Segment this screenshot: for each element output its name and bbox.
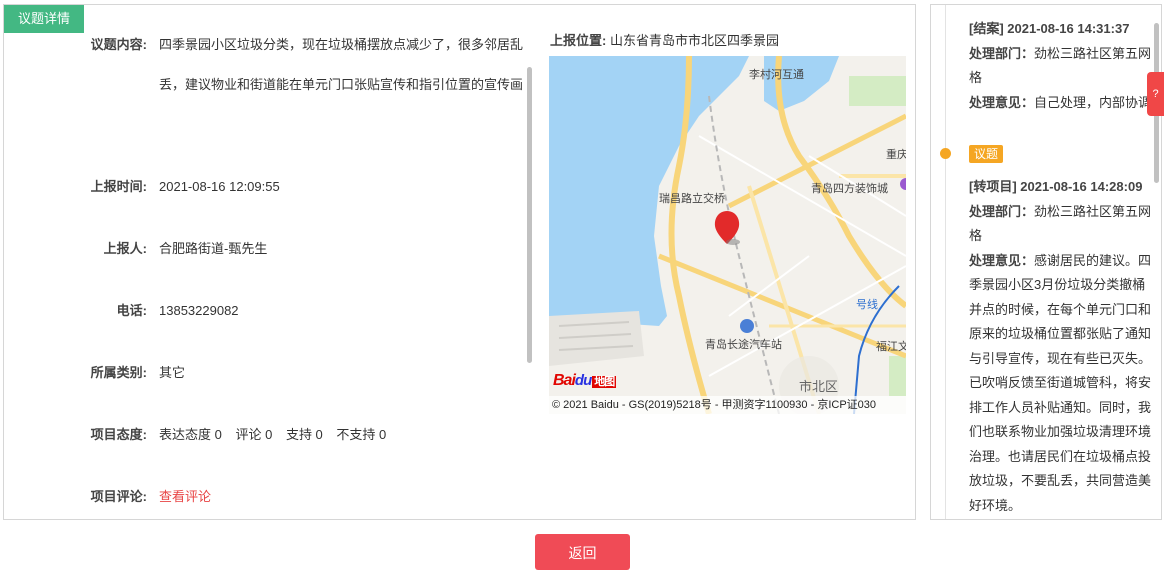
opinion-label: 处理意见： xyxy=(969,252,1035,268)
report-location: 上报位置: 山东省青岛市市北区四季景园 xyxy=(550,31,779,51)
field-value: 2021-08-16 12:09:55 xyxy=(159,179,280,194)
field-label: 上报时间: xyxy=(90,179,147,194)
timeline-opinion: 处理意见：感谢居民的建议。四季景园小区3月份垃圾分类撤桶并点的时候，在每个单元门… xyxy=(969,249,1155,519)
baidu-logo: Baidu 地图 xyxy=(553,372,617,390)
field-label: 电话: xyxy=(116,303,147,318)
field-label: 上报人: xyxy=(103,241,147,256)
baidu-logo-text: Bai xyxy=(553,372,576,389)
timeline-status: [结案] 2021-08-16 14:31:37 xyxy=(969,17,1155,42)
field-content: 议题内容: 四季景园小区垃圾分类，现在垃圾桶摆放点减少了，很多邻居乱丢，建议物业… xyxy=(4,25,524,147)
timeline-dot xyxy=(940,148,951,159)
field-value: 合肥路街道-甄先生 xyxy=(159,241,268,256)
express-attitude-count: 表达态度 0 xyxy=(159,427,222,442)
location-label: 上报位置: xyxy=(550,33,607,48)
field-label: 项目评论: xyxy=(90,489,147,504)
timeline-status-text: [转项目] 2021-08-16 14:28:09 xyxy=(969,179,1143,194)
timeline-badge: 议题 xyxy=(969,145,1004,163)
timeline-status: [转项目] 2021-08-16 14:28:09 xyxy=(969,175,1155,200)
dept-label: 处理部门： xyxy=(969,203,1035,219)
map-label-ruichang: 瑞昌路立交桥 xyxy=(659,193,725,205)
map-label-shibei: 市北区 xyxy=(799,379,839,394)
support-count: 支持 0 xyxy=(285,427,323,442)
timeline-opinion: 处理意见：自己处理，内部协调 xyxy=(969,91,1155,116)
baidu-paw-icon: du xyxy=(574,372,592,389)
timeline-status-text: [结案] 2021-08-16 14:31:37 xyxy=(969,21,1130,36)
timeline-dept: 处理部门：劲松三路社区第五网格 xyxy=(969,42,1155,91)
timeline-entry-project: [转项目] 2021-08-16 14:28:09 处理部门：劲松三路社区第五网… xyxy=(969,175,1155,518)
map-label-licun: 李村河互通 xyxy=(749,69,804,81)
map-credit: © 2021 Baidu - GS(2019)5218号 - 甲测资字11009… xyxy=(549,396,906,414)
side-float-tab[interactable]: ? xyxy=(1147,72,1164,116)
content-scrollbar[interactable] xyxy=(527,67,532,363)
issue-detail-panel: 议题详情 议题内容: 四季景园小区垃圾分类，现在垃圾桶摆放点减少了，很多邻居乱丢… xyxy=(3,4,916,520)
field-value: 其它 xyxy=(159,365,186,380)
map-graphic xyxy=(549,56,906,414)
location-map[interactable]: 李村河互通 瑞昌路立交桥 青岛四方装饰城 重庆 青岛长途汽车站 市北区 福江文 … xyxy=(549,56,906,414)
location-value: 山东省青岛市市北区四季景园 xyxy=(609,33,779,48)
oppose-count: 不支持 0 xyxy=(336,427,387,442)
baidu-ditu-text: 地图 xyxy=(592,376,617,388)
map-label-metro: 号线 xyxy=(856,299,878,311)
comment-count: 评论 0 xyxy=(235,427,273,442)
field-label: 所属类别: xyxy=(90,365,147,380)
view-comments-link[interactable]: 查看评论 xyxy=(159,477,527,517)
map-label-station: 青岛长途汽车站 xyxy=(705,339,782,351)
opinion-value: 感谢居民的建议。四季景园小区3月份垃圾分类撤桶并点的时候，在每个单元门口和原来的… xyxy=(969,252,1152,513)
field-value: 13853229082 xyxy=(159,303,239,318)
field-label: 议题内容: xyxy=(90,37,147,52)
field-label: 项目态度: xyxy=(90,427,147,442)
attitude-values: 表达态度 0 评论 0 支持 0 不支持 0 xyxy=(159,415,527,455)
dept-label: 处理部门： xyxy=(969,45,1035,61)
timeline-dept: 处理部门：劲松三路社区第五网格 xyxy=(969,200,1155,249)
map-label-zhongqing: 重庆 xyxy=(886,149,906,161)
map-label-sifang: 青岛四方装饰城 xyxy=(811,183,888,195)
timeline-line xyxy=(945,5,946,519)
timeline-entry-closed: [结案] 2021-08-16 14:31:37 处理部门：劲松三路社区第五网格… xyxy=(969,17,1155,115)
opinion-value: 自己处理，内部协调 xyxy=(1034,94,1152,110)
field-value: 四季景园小区垃圾分类，现在垃圾桶摆放点减少了，很多邻居乱丢，建议物业和街道能在单… xyxy=(159,37,524,92)
process-timeline: [结案] 2021-08-16 14:31:37 处理部门：劲松三路社区第五网格… xyxy=(930,4,1162,520)
back-button[interactable]: 返回 xyxy=(535,534,630,570)
opinion-label: 处理意见： xyxy=(969,94,1035,110)
map-label-fujiang: 福江文 xyxy=(876,341,906,353)
